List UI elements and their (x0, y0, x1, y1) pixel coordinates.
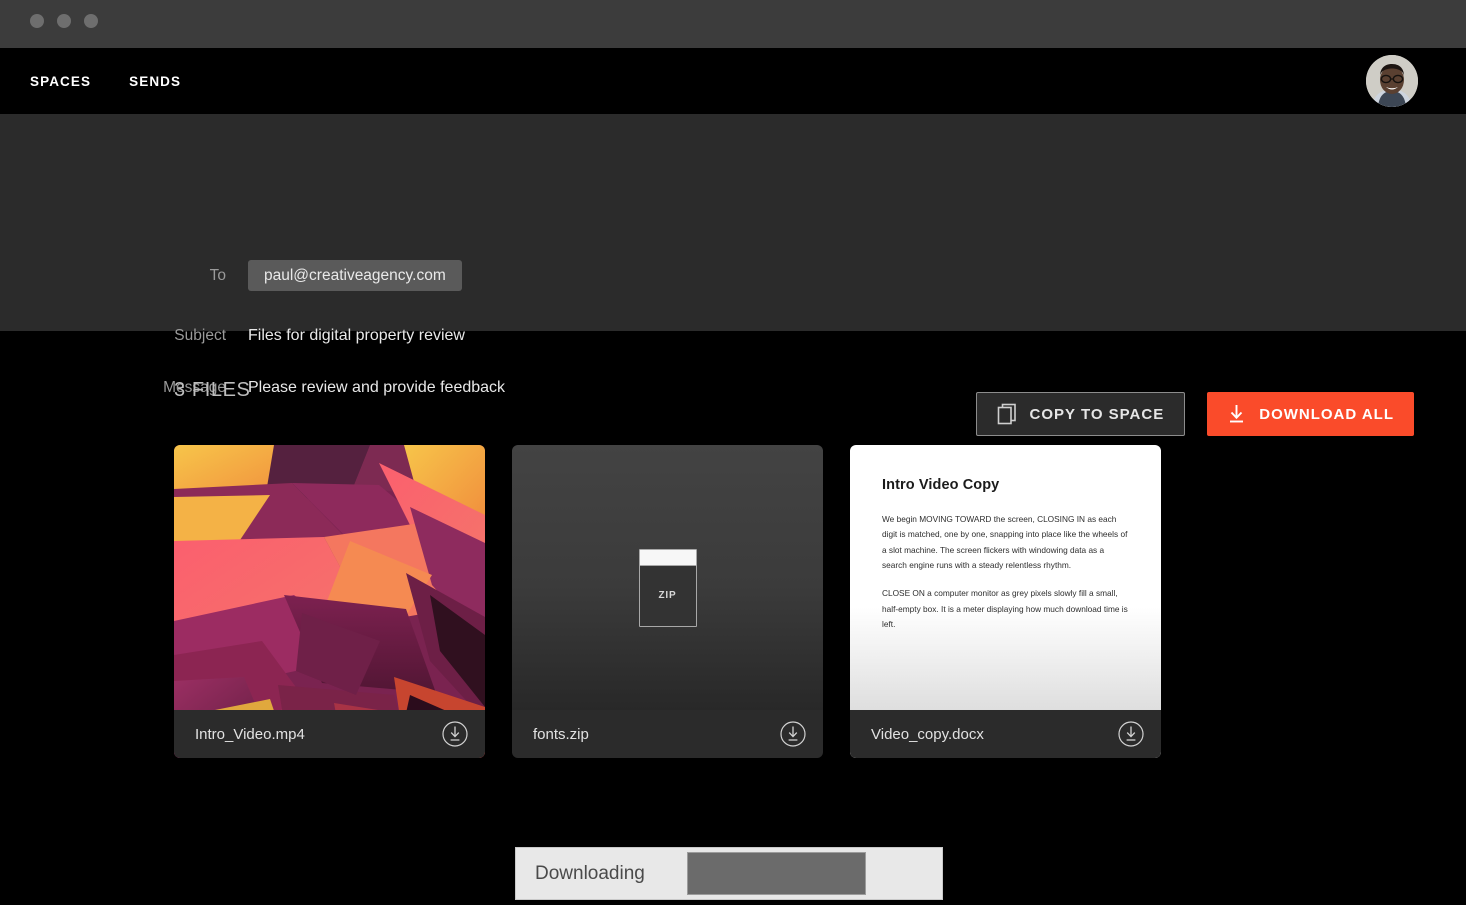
document-paragraph: CLOSE ON a computer monitor as grey pixe… (882, 588, 1128, 630)
field-row-to: To paul@creativeagency.com (0, 260, 462, 292)
file-name: Video_copy.docx (871, 725, 984, 743)
download-status-label: Downloading (535, 862, 645, 884)
title-bar (0, 0, 1466, 48)
zip-icon-top (639, 549, 696, 566)
nav-link-spaces[interactable]: SPACES (30, 74, 91, 89)
files-count-heading: 3 FILES (174, 379, 251, 401)
download-all-button[interactable]: DOWNLOAD ALL (1207, 392, 1414, 436)
avatar[interactable] (1366, 55, 1418, 107)
download-progress-track (687, 848, 942, 899)
subject-value: Files for digital property review (248, 327, 465, 344)
download-file-icon[interactable] (1118, 721, 1144, 747)
download-file-icon[interactable] (780, 721, 806, 747)
action-buttons: COPY TO SPACE DOWNLOAD ALL (975, 392, 1414, 436)
download-progress-toast: Downloading (515, 847, 943, 900)
maximize-dot[interactable] (84, 14, 98, 28)
nav-links: SPACES SENDS (30, 74, 181, 89)
minimize-dot[interactable] (57, 14, 71, 28)
window-controls (30, 14, 98, 28)
file-name: fonts.zip (533, 725, 589, 743)
document-paragraph: We begin MOVING TOWARD the screen, CLOSI… (882, 514, 1128, 571)
to-label: To (209, 266, 226, 284)
zip-icon: ZIP (638, 548, 697, 627)
message-value: Please review and provide feedback (248, 379, 506, 396)
download-file-icon[interactable] (442, 721, 468, 747)
file-namebar: Intro_Video.mp4 (174, 710, 485, 758)
file-name: Intro_Video.mp4 (195, 725, 305, 743)
download-progress-fill (687, 852, 866, 895)
file-namebar: Video_copy.docx (850, 710, 1161, 758)
file-card-document[interactable]: Intro Video Copy We begin MOVING TOWARD … (850, 445, 1161, 758)
send-info-panel: To paul@creativeagency.com Subject Files… (0, 114, 1466, 436)
close-dot[interactable] (30, 14, 44, 28)
file-card-grid: Intro_Video.mp4 ZIP fonts.zip Intro Vide… (174, 445, 1161, 758)
field-row-message: Message Please review and provide feedba… (0, 379, 505, 397)
to-recipient-chip[interactable]: paul@creativeagency.com (248, 260, 462, 292)
field-row-subject: Subject Files for digital property revie… (0, 327, 465, 345)
copy-icon (997, 403, 1016, 425)
nav-link-sends[interactable]: SENDS (129, 74, 181, 89)
top-navigation: SPACES SENDS (0, 48, 1466, 114)
download-icon (1230, 405, 1244, 423)
app-window: SPACES SENDS To paul@creativeagency.com (0, 0, 1466, 905)
copy-to-space-label: COPY TO SPACE (1029, 405, 1165, 423)
copy-to-space-button[interactable]: COPY TO SPACE (975, 392, 1186, 436)
file-card-video[interactable]: Intro_Video.mp4 (174, 445, 485, 758)
subject-label: Subject (174, 327, 226, 344)
zip-icon-label: ZIP (658, 590, 677, 601)
avatar-image (1366, 55, 1418, 107)
file-namebar: fonts.zip (512, 710, 823, 758)
download-all-label: DOWNLOAD ALL (1259, 405, 1394, 423)
document-title: Intro Video Copy (882, 477, 1000, 493)
file-card-archive[interactable]: ZIP fonts.zip (512, 445, 823, 758)
